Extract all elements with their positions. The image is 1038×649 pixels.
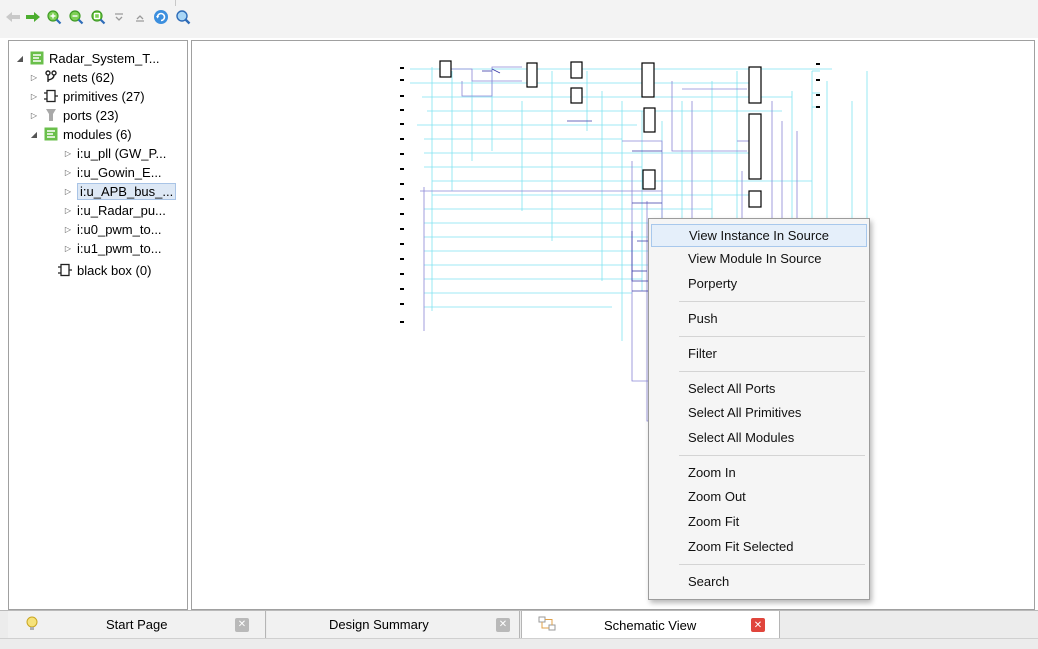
- collapsed-arrow-icon[interactable]: ▷: [63, 149, 73, 158]
- tree-item-module[interactable]: ▷ i:u0_pwm_to...: [63, 220, 162, 238]
- module-icon: [43, 126, 59, 142]
- port-icon: [43, 107, 59, 123]
- menu-item-filter[interactable]: Filter: [651, 342, 867, 365]
- hierarchy-tree: ◢ Radar_System_T... ▷ nets (62) ▷ primit…: [8, 40, 188, 610]
- menu-separator: [679, 336, 865, 337]
- refresh-icon[interactable]: [152, 8, 170, 26]
- menu-item-view-module-in-source[interactable]: View Module In Source: [651, 247, 867, 270]
- tree-item-module-label: i:u1_pwm_to...: [77, 240, 162, 256]
- zoom-in-icon[interactable]: [45, 8, 63, 26]
- tree-item-nets[interactable]: ▷ nets (62): [29, 68, 114, 86]
- collapsed-arrow-icon[interactable]: ▷: [63, 168, 73, 177]
- close-icon[interactable]: ✕: [496, 617, 510, 632]
- tree-item-module[interactable]: ▷ i:u1_pwm_to...: [63, 239, 162, 257]
- expand-icon[interactable]: [131, 8, 149, 26]
- tree-item-module[interactable]: ▷ i:u_Radar_pu...: [63, 201, 166, 219]
- tab-design-summary-label: Design Summary: [329, 617, 429, 632]
- menu-item-select-all-modules[interactable]: Select All Modules: [651, 426, 867, 449]
- tree-item-modules[interactable]: ◢ modules (6): [29, 125, 132, 143]
- tree-item-modules-label: modules (6): [63, 126, 132, 142]
- tab-schematic-view[interactable]: Schematic View ✕: [521, 611, 780, 639]
- tree-item-black-box[interactable]: black box (0): [57, 261, 151, 279]
- context-menu: View Instance In Source View Module In S…: [648, 218, 870, 600]
- collapsed-arrow-icon[interactable]: ▷: [29, 73, 39, 82]
- tree-item-primitives-label: primitives (27): [63, 88, 145, 104]
- menu-separator: [679, 455, 865, 456]
- tree-item-module[interactable]: ▷ i:u_Gowin_E...: [63, 163, 162, 181]
- menu-item-zoom-fit[interactable]: Zoom Fit: [651, 510, 867, 533]
- tab-start-page[interactable]: Start Page ✕: [8, 611, 266, 638]
- tab-start-page-label: Start Page: [106, 617, 168, 632]
- tree-item-module-label: i:u_APB_bus_...: [77, 182, 177, 200]
- lightbulb-icon: [26, 616, 38, 635]
- tab-schematic-view-label: Schematic View: [604, 617, 697, 633]
- menu-separator: [679, 564, 865, 565]
- collapsed-arrow-icon[interactable]: ▷: [29, 111, 39, 120]
- search-icon[interactable]: [174, 8, 192, 26]
- collapsed-arrow-icon[interactable]: ▷: [63, 206, 73, 215]
- collapsed-arrow-icon[interactable]: ▷: [29, 92, 39, 101]
- menu-item-select-all-ports[interactable]: Select All Ports: [651, 377, 867, 400]
- tree-item-module-label: i:u0_pwm_to...: [77, 221, 162, 237]
- schematic-canvas[interactable]: [191, 40, 1035, 610]
- net-icon: [43, 69, 59, 85]
- tree-item-ports[interactable]: ▷ ports (23): [29, 106, 119, 124]
- tree-item-module[interactable]: ▷ i:u_pll (GW_P...: [63, 144, 166, 162]
- expanded-arrow-icon[interactable]: ◢: [29, 130, 39, 139]
- tree-item-module-selected[interactable]: ▷ i:u_APB_bus_...: [63, 182, 177, 200]
- tree-item-black-box-label: black box (0): [77, 262, 152, 278]
- tab-design-summary[interactable]: Design Summary ✕: [267, 611, 520, 638]
- menu-item-select-all-primitives[interactable]: Select All Primitives: [651, 401, 867, 424]
- menu-item-search[interactable]: Search: [651, 570, 867, 593]
- menu-item-property[interactable]: Porperty: [651, 272, 867, 295]
- collapsed-arrow-icon[interactable]: ▷: [63, 244, 73, 253]
- menu-item-push[interactable]: Push: [651, 307, 867, 330]
- close-icon[interactable]: ✕: [235, 617, 249, 632]
- forward-arrow-icon[interactable]: [24, 8, 42, 26]
- collapsed-arrow-icon[interactable]: ▷: [63, 225, 73, 234]
- zoom-fit-icon[interactable]: [89, 8, 107, 26]
- toolbar: [0, 0, 1038, 38]
- schematic-diagram: [400, 60, 868, 422]
- tree-item-nets-label: nets (62): [63, 69, 115, 85]
- primitive-icon: [43, 88, 59, 104]
- tree-root-label: Radar_System_T...: [49, 50, 160, 66]
- tree-root[interactable]: ◢ Radar_System_T...: [15, 49, 160, 67]
- tree-item-module-label: i:u_pll (GW_P...: [77, 145, 167, 161]
- menu-item-zoom-fit-selected[interactable]: Zoom Fit Selected: [651, 535, 867, 558]
- collapse-icon[interactable]: [110, 8, 128, 26]
- menu-separator: [679, 301, 865, 302]
- close-icon[interactable]: ✕: [751, 618, 765, 632]
- menu-item-zoom-in[interactable]: Zoom In: [651, 461, 867, 484]
- toolbar-separator: [175, 0, 176, 6]
- menu-separator: [679, 371, 865, 372]
- zoom-out-icon[interactable]: [67, 8, 85, 26]
- back-arrow-icon[interactable]: [4, 8, 22, 26]
- design-icon: [29, 50, 45, 66]
- menu-item-zoom-out[interactable]: Zoom Out: [651, 485, 867, 508]
- tree-item-module-label: i:u_Gowin_E...: [77, 164, 162, 180]
- tree-item-module-label: i:u_Radar_pu...: [77, 202, 166, 218]
- tree-item-ports-label: ports (23): [63, 107, 119, 123]
- tree-item-primitives[interactable]: ▷ primitives (27): [29, 87, 145, 105]
- black-box-icon: [57, 262, 73, 278]
- schematic-icon: [538, 616, 556, 635]
- menu-item-view-instance-in-source[interactable]: View Instance In Source: [651, 224, 867, 247]
- collapsed-arrow-icon[interactable]: ▷: [63, 187, 73, 196]
- expanded-arrow-icon[interactable]: ◢: [15, 54, 25, 63]
- tabbar-footer: [0, 638, 1038, 649]
